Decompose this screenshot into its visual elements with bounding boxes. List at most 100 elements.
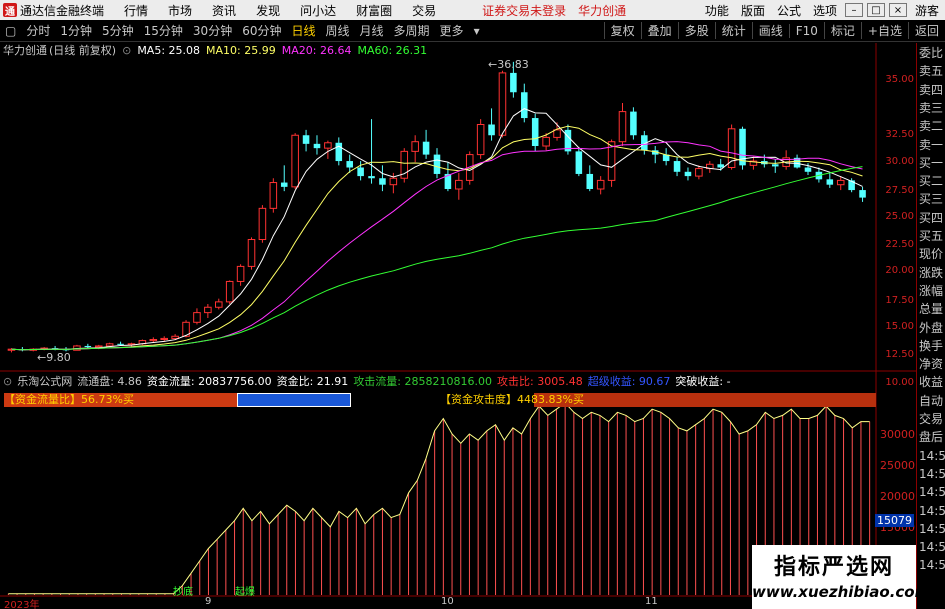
candle-body <box>269 182 278 209</box>
candle-body <box>171 335 179 339</box>
qibao-mark: 起爆 <box>235 587 255 598</box>
candle-body <box>673 161 681 172</box>
chaodi-mark: 抄底 <box>173 587 193 598</box>
period-weekly[interactable]: 周线 <box>326 22 350 39</box>
chevron-down-icon[interactable]: ▾ <box>474 24 480 38</box>
btn-fanhui[interactable]: 返回 <box>907 22 945 39</box>
fund-flow-ratio-label: 【资金流量比】56.73%买 <box>4 393 134 406</box>
btn-biaoji[interactable]: 标记 <box>823 22 861 39</box>
candle-body <box>94 345 103 348</box>
period-1min[interactable]: 1分钟 <box>60 22 92 39</box>
fund-flow-value: 资金流量: 20837756.00 <box>146 375 272 388</box>
side-panel-item: 14:56 <box>919 448 945 463</box>
period-60min[interactable]: 60分钟 <box>242 22 281 39</box>
btn-zixuan[interactable]: +自选 <box>860 22 908 39</box>
menu-bar: 通 通达信金融终端 行情 市场 资讯 发现 问小达 财富圈 交易 证券交易未登录… <box>0 0 945 20</box>
menu-item-wenxiaoda[interactable]: 问小达 <box>300 2 336 19</box>
time-tick: 11 <box>645 596 658 607</box>
candle-body <box>727 128 736 169</box>
btn-duogu[interactable]: 多股 <box>677 22 715 39</box>
time-tick: 9 <box>205 596 212 607</box>
maximize-icon[interactable]: □ <box>866 3 885 17</box>
menu-item-jiaoyi[interactable]: 交易 <box>412 2 436 19</box>
menu-item-caifuquan[interactable]: 财富圈 <box>356 2 392 19</box>
ma60-line <box>11 166 863 351</box>
menu-item-gongshi[interactable]: 公式 <box>777 2 801 19</box>
btn-huaxian[interactable]: 画线 <box>751 22 789 39</box>
close-icon[interactable]: × <box>888 3 907 17</box>
breakout-return-value: 突破收益: - <box>675 375 731 388</box>
time-tick: 2023年 <box>4 600 40 609</box>
low-annotation: ←9.80 <box>37 351 71 364</box>
side-panel-item: 委比 <box>919 46 944 60</box>
menu-item-hangqing[interactable]: 行情 <box>124 2 148 19</box>
btn-diejia[interactable]: 叠加 <box>640 22 678 39</box>
guest-label[interactable]: 游客 <box>915 2 939 19</box>
menu-item-shichang[interactable]: 市场 <box>168 2 192 19</box>
price-tick: 35.00 <box>885 74 914 85</box>
period-15min[interactable]: 15分钟 <box>144 22 183 39</box>
candle-body <box>553 129 561 138</box>
candle-body <box>149 339 158 342</box>
liutong-value: 流通盘: 4.86 <box>77 375 142 388</box>
candle-body <box>433 154 441 174</box>
btn-fuquan[interactable]: 复权 <box>603 22 641 39</box>
price-axis: 35.00 32.50 30.00 27.50 25.00 22.50 20.0… <box>876 43 916 388</box>
candle-body <box>630 111 637 136</box>
side-panel-item: 盘后 <box>919 430 944 445</box>
candle-body <box>389 177 398 186</box>
quote-side-panel: 委比 卖五 卖四 卖三 卖二 卖一 买一 买二 买三 买四 买五 现价 涨跌 涨幅 总量 外盘 换手 净资 收益 自动… <box>916 43 945 609</box>
period-monthly[interactable]: 月线 <box>360 22 384 39</box>
flow-line <box>8 402 870 595</box>
menu-item-zixun[interactable]: 资讯 <box>212 2 236 19</box>
candle-body <box>695 168 703 177</box>
ind-tick: 25000 <box>880 459 915 472</box>
period-multi[interactable]: 多周期 <box>394 22 430 39</box>
indicator-info-line: ⊙ 乐淘公式网 流通盘: 4.86 资金流量: 20837756.00 资金比:… <box>3 374 736 389</box>
period-30min[interactable]: 30分钟 <box>193 22 232 39</box>
candle-body <box>280 182 288 187</box>
candle-body <box>531 118 539 146</box>
side-panel-item: 买二 <box>919 174 944 189</box>
period-fenshi[interactable]: 分时 <box>26 22 50 39</box>
candle-body <box>313 143 321 149</box>
app-title: 通达信金融终端 <box>20 3 105 18</box>
settings-icon[interactable]: ⊙ <box>3 375 12 388</box>
side-panel-item: 14:57 <box>919 558 945 573</box>
attack-flow-value: 攻击流量: 2858210816.00 <box>353 375 492 388</box>
watermark-title: 指标严选网 <box>773 555 894 580</box>
period-more[interactable]: 更多 <box>440 22 464 39</box>
candle-body <box>105 343 114 347</box>
btn-f10[interactable]: F10 <box>788 23 824 38</box>
menu-item-gongneng[interactable]: 功能 <box>705 2 729 19</box>
side-panel-item: 买三 <box>919 192 944 207</box>
candle-body <box>258 207 267 241</box>
price-tick: 17.50 <box>885 295 914 306</box>
login-notice[interactable]: 证券交易未登录 <box>482 2 566 19</box>
side-panel-item: 卖五 <box>919 64 944 79</box>
menu-item-banmian[interactable]: 版面 <box>741 2 765 19</box>
toolbar-icon[interactable]: ▢ <box>5 24 16 38</box>
side-panel-item: 卖四 <box>919 82 944 97</box>
side-panel-item: 净资 <box>919 357 944 372</box>
candle-body <box>236 265 245 282</box>
candle-body <box>586 173 594 189</box>
candle-body <box>357 167 364 177</box>
attack-degree-label: 【资金攻击度】4483.83%买 <box>440 393 584 406</box>
period-daily[interactable]: 日线 <box>291 22 315 39</box>
menu-item-faxian[interactable]: 发现 <box>256 2 280 19</box>
menu-item-xuanxiang[interactable]: 选项 <box>813 2 837 19</box>
minimize-icon[interactable]: – <box>844 3 863 17</box>
candle-body <box>804 167 812 172</box>
side-panel-item: 卖二 <box>919 119 944 134</box>
watermark-url: www.xuezhibiao.com <box>752 583 931 601</box>
side-panel-item: 自动 <box>919 393 944 408</box>
candle-body <box>117 343 124 345</box>
side-panel-item: 涨跌 <box>919 265 944 280</box>
period-5min[interactable]: 5分钟 <box>102 22 134 39</box>
price-tick: 32.50 <box>885 129 914 140</box>
kline-chart[interactable] <box>0 43 916 609</box>
btn-tongji[interactable]: 统计 <box>714 22 752 39</box>
candle-body <box>335 142 343 162</box>
side-panel-item: 买五 <box>919 229 944 243</box>
